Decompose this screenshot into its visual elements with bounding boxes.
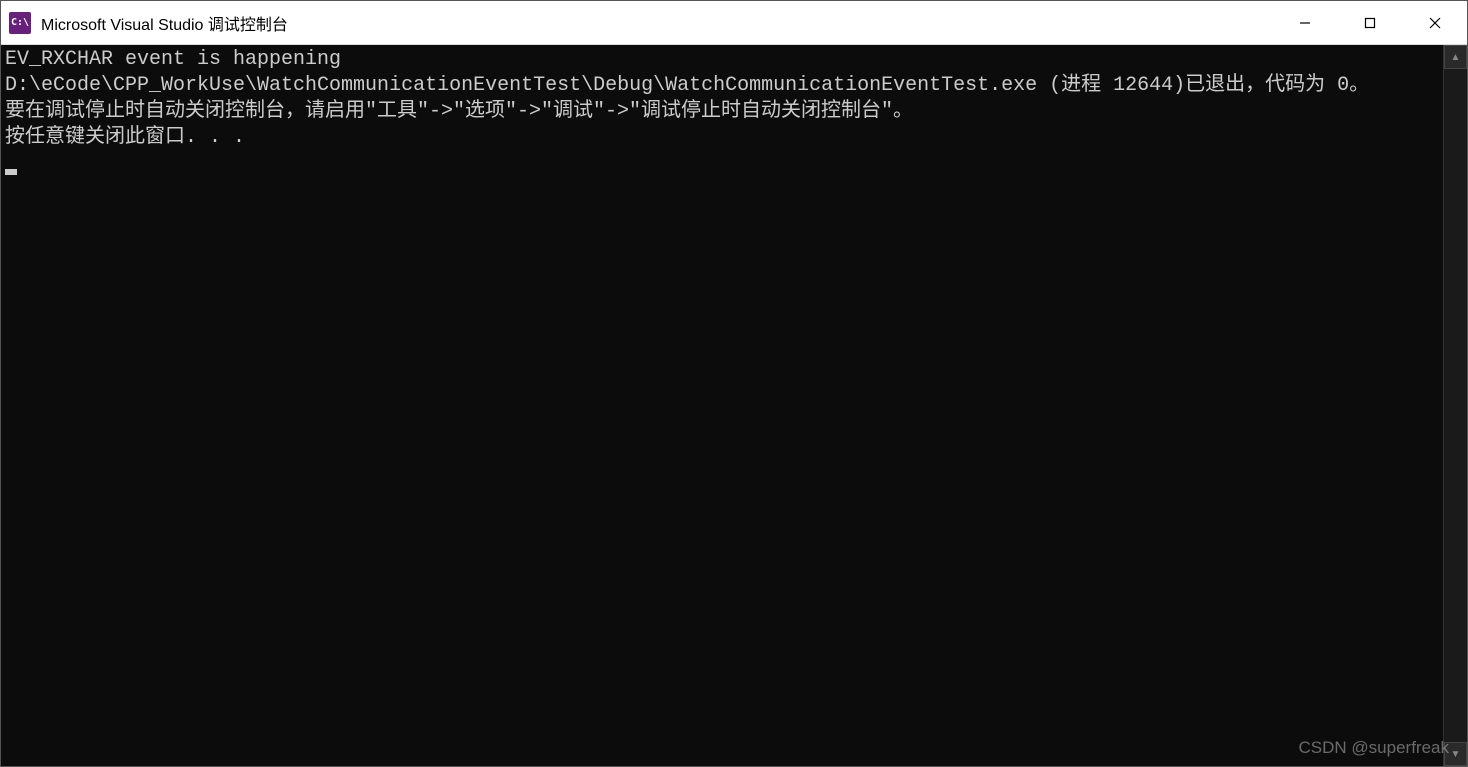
scroll-track[interactable] [1444, 69, 1467, 742]
console-line: EV_RXCHAR event is happening [5, 48, 341, 71]
window-controls [1272, 1, 1467, 44]
console-window: C:\ Microsoft Visual Studio 调试控制台 EV_RXC… [0, 0, 1468, 767]
scroll-down-arrow-icon[interactable]: ▼ [1444, 742, 1467, 766]
console-line: 要在调试停止时自动关闭控制台，请启用"工具"->"选项"->"调试"->"调试停… [5, 100, 913, 123]
console-line: D:\eCode\CPP_WorkUse\WatchCommunicationE… [5, 74, 1369, 97]
scroll-up-arrow-icon[interactable]: ▲ [1444, 45, 1467, 69]
console-line: 按任意键关闭此窗口. . . [5, 126, 245, 149]
minimize-icon [1299, 17, 1311, 29]
console-output[interactable]: EV_RXCHAR event is happening D:\eCode\CP… [1, 45, 1443, 766]
close-button[interactable] [1402, 1, 1467, 44]
window-title: Microsoft Visual Studio 调试控制台 [41, 11, 1272, 35]
cursor [5, 169, 17, 175]
vertical-scrollbar[interactable]: ▲ ▼ [1443, 45, 1467, 766]
app-icon: C:\ [9, 12, 31, 34]
app-icon-text: C:\ [11, 17, 29, 28]
titlebar[interactable]: C:\ Microsoft Visual Studio 调试控制台 [1, 1, 1467, 45]
console-area: EV_RXCHAR event is happening D:\eCode\CP… [1, 45, 1467, 766]
maximize-icon [1364, 17, 1376, 29]
maximize-button[interactable] [1337, 1, 1402, 44]
minimize-button[interactable] [1272, 1, 1337, 44]
close-icon [1429, 17, 1441, 29]
